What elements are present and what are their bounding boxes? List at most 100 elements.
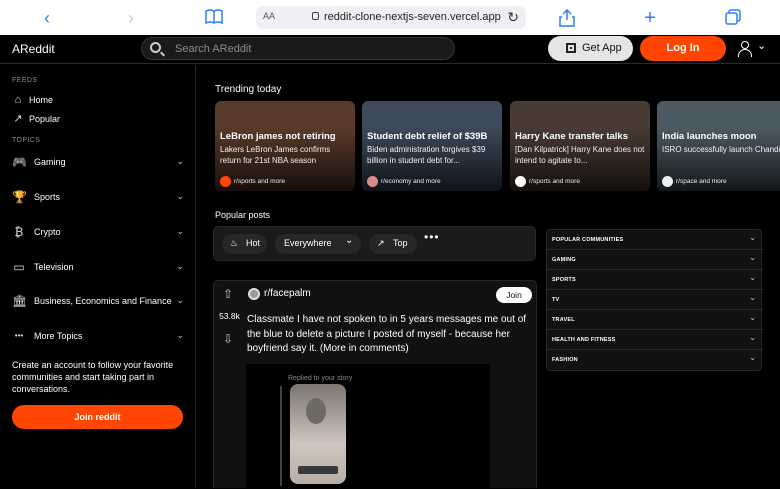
more-options-icon[interactable]: ••• xyxy=(424,230,440,244)
panel-row-label: TV xyxy=(552,297,560,303)
card-description: Lakers LeBron James confirms return for … xyxy=(220,145,331,165)
join-reddit-button[interactable]: Join reddit xyxy=(12,405,183,429)
join-subreddit-button[interactable]: Join xyxy=(496,287,532,303)
topic-label: Gaming xyxy=(34,157,66,167)
chevron-down-icon: ⌄ xyxy=(176,156,184,166)
panel-row-health-fitness[interactable]: HEALTH AND FITNESS ⌄ xyxy=(547,330,763,350)
topic-label: Television xyxy=(34,262,74,272)
search-input[interactable]: Search AReddit xyxy=(141,37,455,60)
panel-row-sports[interactable]: SPORTS ⌄ xyxy=(547,270,763,290)
subreddit-name[interactable]: r/facepalm xyxy=(264,288,311,299)
text-size-button[interactable]: AA xyxy=(263,11,275,21)
topic-more[interactable]: ••• More Topics ⌄ xyxy=(12,328,184,346)
sort-hot-button[interactable]: ♨ Hot xyxy=(222,234,267,254)
sort-bar: ♨ Hot Everywhere ⌄ ↗ Top ••• xyxy=(213,226,536,261)
chevron-down-icon: ⌄ xyxy=(176,261,184,271)
reload-icon[interactable]: ↻ xyxy=(507,9,519,26)
panel-row-label: GAMING xyxy=(552,257,576,263)
panel-row-popular-communities[interactable]: POPULAR COMMUNITIES ⌄ xyxy=(547,230,763,250)
sort-top-label: Top xyxy=(393,238,408,248)
panel-row-label: TRAVEL xyxy=(552,317,575,323)
panel-row-label: HEALTH AND FITNESS xyxy=(552,337,616,343)
subreddit-avatar[interactable] xyxy=(248,288,260,300)
subreddit-avatar xyxy=(367,176,378,187)
panel-row-fashion[interactable]: FASHION ⌄ xyxy=(547,350,763,370)
communities-panel: POPULAR COMMUNITIES ⌄ GAMING ⌄ SPORTS ⌄ … xyxy=(546,229,763,371)
vote-count: 53.8k xyxy=(219,311,240,321)
sidebar-item-home[interactable]: ⌂ Home xyxy=(12,93,188,109)
user-icon xyxy=(741,41,749,49)
search-icon xyxy=(150,42,161,53)
chevron-down-icon: ⌄ xyxy=(749,233,756,242)
tabs-icon[interactable] xyxy=(724,9,742,27)
share-icon[interactable] xyxy=(558,8,576,27)
panel-row-label: SPORTS xyxy=(552,277,576,283)
browser-toolbar: ‹ › AA reddit-clone-nextjs-seven.vercel.… xyxy=(0,0,780,35)
trending-card[interactable]: Harry Kane transfer talks [Dan Kilpatric… xyxy=(510,101,650,191)
downvote-icon[interactable]: ⇩ xyxy=(223,332,233,346)
topic-sports[interactable]: 🏆 Sports ⌄ xyxy=(12,189,184,207)
trending-icon: ↗ xyxy=(377,238,385,248)
topic-crypto[interactable]: ₿ Crypto ⌄ xyxy=(12,224,184,242)
subreddit-avatar xyxy=(220,176,231,187)
post-card[interactable]: ⇧ 53.8k ⇩ r/facepalm Join Classmate I ha… xyxy=(213,280,537,489)
chevron-down-icon: ⌄ xyxy=(176,191,184,201)
panel-row-label: POPULAR COMMUNITIES xyxy=(552,237,624,243)
topic-gaming[interactable]: 🎮 Gaming ⌄ xyxy=(12,154,184,172)
subreddit-avatar xyxy=(662,176,673,187)
panel-row-label: FASHION xyxy=(552,357,578,363)
chevron-down-icon: ⌄ xyxy=(749,353,756,362)
trending-card[interactable]: India launches moon ISRO successfully la… xyxy=(657,101,780,191)
trending-title: Trending today xyxy=(215,84,282,95)
chevron-down-icon: ⌄ xyxy=(749,253,756,262)
chevron-down-icon: ⌄ xyxy=(176,330,184,340)
search-placeholder: Search AReddit xyxy=(175,43,252,55)
trending-card[interactable]: LeBron james not retiring Lakers LeBron … xyxy=(215,101,355,191)
sort-top-button[interactable]: ↗ Top xyxy=(369,234,417,254)
sidebar-item-popular[interactable]: ↗ Popular xyxy=(12,112,188,128)
chevron-down-icon: ⌄ xyxy=(749,313,756,322)
sidebar: FEEDS ⌂ Home ↗ Popular TOPICS 🎮 Gaming ⌄… xyxy=(0,65,196,488)
sort-location-dropdown[interactable]: Everywhere ⌄ xyxy=(275,234,361,254)
story-strip xyxy=(298,466,338,474)
popular-posts-title: Popular posts xyxy=(215,210,271,220)
home-icon: ⌂ xyxy=(14,94,22,106)
back-icon[interactable]: ‹ xyxy=(38,9,56,27)
post-title[interactable]: Classmate I have not spoken to in 5 year… xyxy=(247,313,533,357)
chevron-down-icon: ⌄ xyxy=(757,40,767,52)
panel-row-tv[interactable]: TV ⌄ xyxy=(547,290,763,310)
new-tab-icon[interactable]: + xyxy=(641,8,659,28)
forward-icon[interactable]: › xyxy=(122,9,140,27)
book-icon[interactable] xyxy=(205,9,223,27)
topic-label: Sports xyxy=(34,192,61,202)
post-image[interactable]: Replied to your story xyxy=(246,364,490,489)
upvote-icon[interactable]: ⇧ xyxy=(223,287,233,301)
user-menu-button[interactable]: ⌄ xyxy=(738,39,770,59)
story-thumbnail xyxy=(290,384,346,484)
bitcoin-icon: ₿ xyxy=(14,225,24,239)
panel-row-travel[interactable]: TRAVEL ⌄ xyxy=(547,310,763,330)
topic-business[interactable]: 🏛 Business, Economics and Finance ⌄ xyxy=(12,293,184,311)
login-button[interactable]: Log In xyxy=(640,36,726,61)
subreddit-avatar xyxy=(515,176,526,187)
sort-hot-label: Hot xyxy=(246,238,261,248)
address-bar[interactable]: AA reddit-clone-nextjs-seven.vercel.app … xyxy=(256,6,526,29)
trending-card[interactable]: Student debt relief of $39B Biden admini… xyxy=(362,101,502,191)
panel-row-gaming[interactable]: GAMING ⌄ xyxy=(547,250,763,270)
blurred-face xyxy=(306,398,326,424)
sort-location-label: Everywhere xyxy=(284,238,332,248)
media-caption: Replied to your story xyxy=(288,375,353,382)
topic-television[interactable]: ▭ Television ⌄ xyxy=(12,259,184,277)
vote-column: ⇧ 53.8k ⇩ xyxy=(214,281,244,489)
trophy-icon: 🏆 xyxy=(12,190,27,204)
more-dots-icon: ••• xyxy=(14,331,24,340)
card-title: Student debt relief of $39B xyxy=(367,131,488,142)
chevron-down-icon: ⌄ xyxy=(176,295,184,305)
get-app-button[interactable]: Get App xyxy=(548,36,633,61)
gamepad-icon: 🎮 xyxy=(12,155,27,169)
qr-code-icon xyxy=(566,43,576,53)
card-source-label: r/sports and more xyxy=(234,178,285,185)
signup-promo-text: Create an account to follow your favorit… xyxy=(12,360,174,394)
chevron-down-icon: ⌄ xyxy=(749,273,756,282)
app-logo[interactable]: AReddit xyxy=(12,42,55,56)
